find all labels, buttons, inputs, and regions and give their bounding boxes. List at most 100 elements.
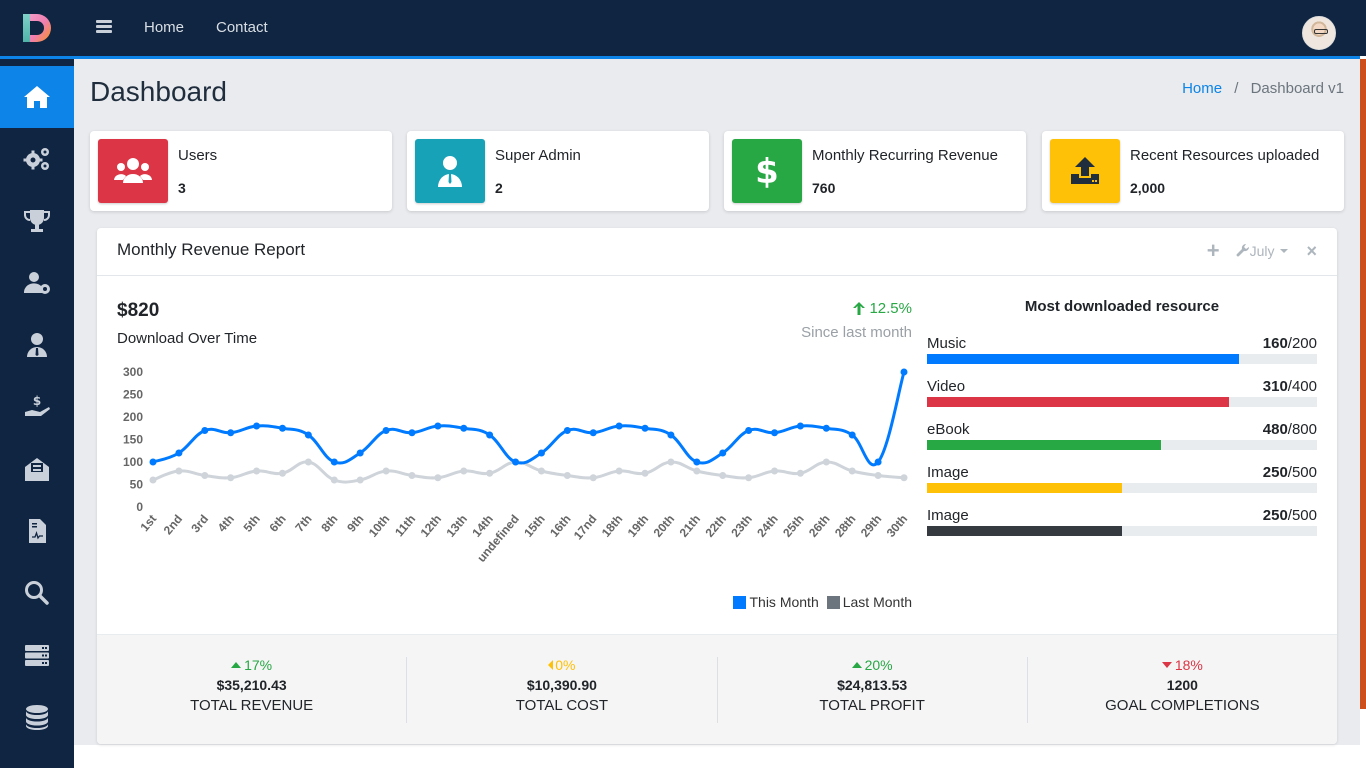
sidebar-item-messages[interactable] <box>0 438 74 500</box>
sidebar-item-search[interactable] <box>0 562 74 624</box>
x-tick-label: 11th <box>392 512 418 539</box>
y-tick-label: 50 <box>130 478 144 492</box>
data-point-last-month <box>589 474 597 482</box>
data-point-last-month <box>822 458 830 466</box>
data-point-this-month <box>719 449 727 457</box>
info-box-mrr: $ Monthly Recurring Revenue 760 <box>724 131 1026 211</box>
stat-amount: $35,210.43 <box>216 677 287 693</box>
y-tick-label: 0 <box>136 500 143 514</box>
download-line-chart: 0 50 100 150 200 250 300 1st 2nd 3rd 4th 5th 6th 7th 8… <box>123 365 911 565</box>
brand-logo[interactable] <box>0 0 74 56</box>
collapse-plus-button[interactable]: + <box>1207 240 1220 262</box>
resource-progress-item: Music 160/200 <box>927 335 1317 364</box>
breadcrumb-separator: / <box>1234 80 1239 97</box>
legend-this-month[interactable]: This Month <box>733 594 819 610</box>
data-point-this-month <box>900 368 908 376</box>
search-icon <box>25 581 49 605</box>
sidebar-item-settings[interactable] <box>0 128 74 190</box>
sidebar-item-servers[interactable] <box>0 624 74 686</box>
sidebar-item-home[interactable] <box>0 66 74 128</box>
resource-label: Music <box>927 335 967 352</box>
report-amount: $820 <box>117 300 160 321</box>
chart-legend: This Month Last Month <box>725 594 912 610</box>
x-tick-label: 26th <box>806 512 833 540</box>
resource-max: /500 <box>1287 507 1317 524</box>
database-icon <box>26 705 48 730</box>
resource-label: Image <box>927 507 969 524</box>
info-icon-box: $ <box>732 139 802 203</box>
data-point-last-month <box>537 467 545 475</box>
stat-change: 18% <box>1028 657 1337 673</box>
x-tick-label: 25th <box>780 512 807 540</box>
info-box-resources: Recent Resources uploaded 2,000 <box>1042 131 1344 211</box>
progress-track <box>927 483 1317 493</box>
nav-link-home[interactable]: Home <box>144 19 184 36</box>
x-tick-label: 19th <box>625 512 652 540</box>
x-tick-label: 21th <box>677 512 704 540</box>
x-tick-label: 8th <box>318 512 340 535</box>
data-point-last-month <box>486 469 494 477</box>
data-point-last-month <box>253 467 261 475</box>
gears-icon <box>23 148 49 170</box>
sidebar-item-payments[interactable]: $ <box>0 376 74 438</box>
month-dropdown-button[interactable]: July <box>1236 243 1289 259</box>
data-point-last-month <box>201 472 209 479</box>
card-footer-stats: 17% $35,210.43 Total Revenue 0% $10,390.… <box>97 634 1337 744</box>
data-point-last-month <box>641 469 649 477</box>
data-point-last-month <box>356 476 364 484</box>
y-tick-label: 100 <box>123 455 143 469</box>
caret-up-icon <box>851 662 862 668</box>
resource-label: Image <box>927 464 969 481</box>
series-line-this-month <box>152 371 906 467</box>
x-tick-label: 10th <box>366 512 393 540</box>
top-navbar: Home Contact <box>0 0 1366 56</box>
sidebar-item-achievements[interactable] <box>0 190 74 252</box>
card-title: Monthly Revenue Report <box>117 240 306 259</box>
data-point-this-month <box>693 458 701 466</box>
data-point-this-month <box>408 429 416 437</box>
resource-progress-item: eBook 480/800 <box>927 421 1317 450</box>
x-tick-label: 20th <box>651 512 678 540</box>
data-point-this-month <box>667 431 675 439</box>
data-point-this-month <box>641 424 649 432</box>
resource-label: eBook <box>927 421 970 438</box>
data-point-this-month <box>330 458 338 466</box>
info-label: Recent Resources uploaded <box>1130 147 1320 164</box>
y-tick-label: 150 <box>123 433 143 447</box>
user-tie-icon <box>27 333 47 357</box>
card-header: Monthly Revenue Report + July × <box>97 228 1337 276</box>
progress-fill <box>927 440 1161 450</box>
stat-label: Total Profit <box>819 697 925 714</box>
x-tick-label: 15th <box>521 512 548 540</box>
x-tick-label: 30th <box>884 512 911 540</box>
x-tick-label: 17nd <box>571 512 600 542</box>
sidebar-toggle-button[interactable] <box>96 20 112 34</box>
x-tick-label: 28th <box>832 512 859 540</box>
info-value: 2 <box>495 180 503 196</box>
info-icon-box <box>1050 139 1120 203</box>
stat-amount: $24,813.53 <box>837 677 908 693</box>
hand-dollar-icon: $ <box>25 394 50 416</box>
breadcrumb-home-link[interactable]: Home <box>1182 80 1222 97</box>
data-point-last-month <box>382 467 390 475</box>
wrench-icon <box>1236 244 1249 257</box>
resource-count: 250/500 <box>1263 507 1317 524</box>
user-avatar[interactable] <box>1302 16 1336 50</box>
info-icon-box <box>415 139 485 203</box>
page-title: Dashboard <box>90 76 227 107</box>
sidebar-item-admins[interactable] <box>0 314 74 376</box>
legend-last-month[interactable]: Last Month <box>826 594 912 610</box>
nav-link-contact[interactable]: Contact <box>216 19 268 36</box>
progress-fill <box>927 526 1122 536</box>
sidebar-item-database[interactable] <box>0 686 74 748</box>
x-tick-label: 12th <box>418 512 445 540</box>
close-card-button[interactable]: × <box>1306 242 1317 260</box>
data-point-last-month <box>408 472 416 479</box>
data-point-this-month <box>201 427 209 434</box>
breadcrumb-current: Dashboard v1 <box>1250 80 1344 97</box>
resource-count: 310/400 <box>1263 378 1317 395</box>
sidebar-item-user-settings[interactable] <box>0 252 74 314</box>
most-downloaded-panel: Most downloaded resource Music 160/200 Vid… <box>927 298 1317 550</box>
sidebar-item-reports[interactable] <box>0 500 74 562</box>
home-icon <box>24 86 50 108</box>
